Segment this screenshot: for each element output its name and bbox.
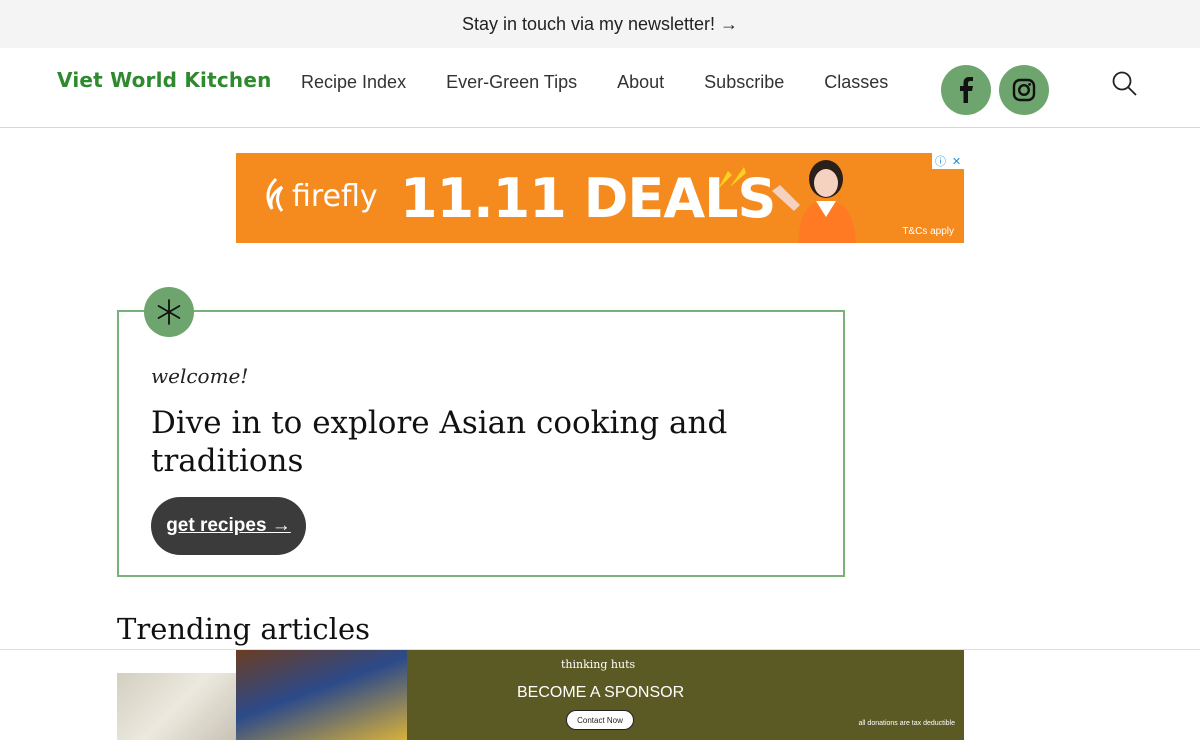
nav-ever-green-tips[interactable]: Ever-Green Tips [446,72,577,93]
site-header: Viet World Kitchen Recipe Index Ever-Gre… [0,48,1200,128]
ad-fine-print: T&Cs apply [902,226,954,237]
facebook-icon [960,77,973,103]
adchoices-icon[interactable]: ⓘ ✕ [932,153,964,169]
nav-recipe-index[interactable]: Recipe Index [301,72,406,93]
firefly-logo-icon [266,177,284,212]
get-recipes-button[interactable]: get recipes → [151,497,306,555]
trending-heading: Trending articles [117,612,370,646]
firefly-ad-banner[interactable]: firefly 11.11 DEALS ⓘ ✕ T&Cs apply [236,153,964,243]
ad-fine-print: all donations are tax deductible [858,720,955,727]
close-icon[interactable]: ✕ [952,155,961,168]
nav-classes[interactable]: Classes [824,72,888,93]
sparkle-icon [718,167,746,189]
search-icon[interactable] [1110,69,1140,99]
ad-headline: BECOME A SPONSOR [517,684,685,701]
welcome-title: Dive in to explore Asian cooking and tra… [151,405,728,479]
ad-children-photo [236,650,407,740]
nav-about[interactable]: About [617,72,664,93]
contact-now-button[interactable]: Contact Now [566,710,634,730]
main-nav: Recipe Index Ever-Green Tips About Subsc… [301,72,928,93]
newsletter-link[interactable]: Stay in touch via my newsletter! → [462,14,738,35]
instagram-button[interactable] [999,65,1049,115]
site-logo[interactable]: Viet World Kitchen [57,68,272,92]
info-icon: ⓘ [934,156,946,168]
ad-person-image [772,160,856,243]
nav-subscribe[interactable]: Subscribe [704,72,784,93]
ad-brand: thinking huts [561,658,636,671]
instagram-icon [1012,78,1036,102]
ad-brand: firefly [292,179,378,214]
trending-article-thumbnail[interactable] [117,673,236,740]
welcome-kicker: welcome! [151,364,249,388]
welcome-badge [144,287,194,337]
asterisk-icon [157,299,181,325]
newsletter-bar: Stay in touch via my newsletter! → [0,0,1200,48]
facebook-button[interactable] [941,65,991,115]
thinking-huts-ad-banner[interactable]: thinking huts BECOME A SPONSOR Contact N… [236,650,964,740]
